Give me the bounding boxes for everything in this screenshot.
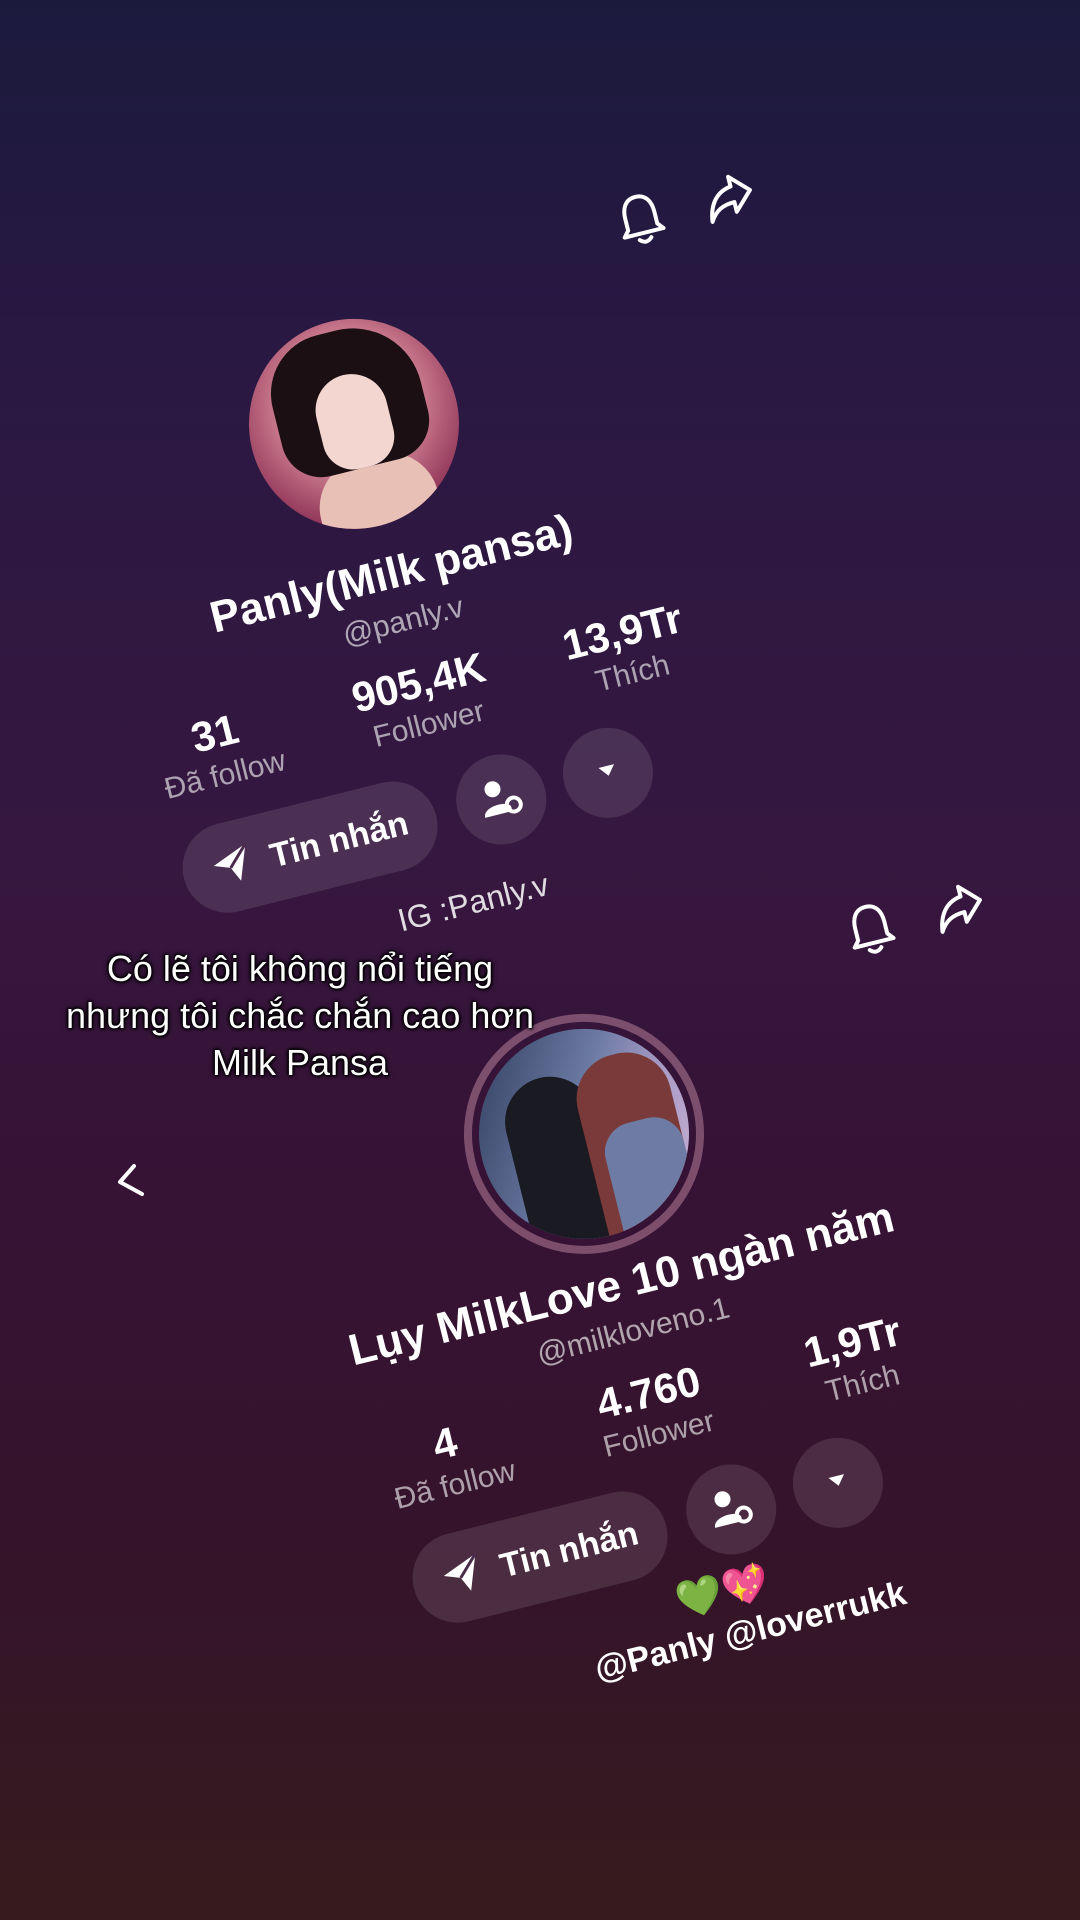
share-icon[interactable] [698, 168, 761, 232]
caption-line: nhưng tôi chắc chắn cao hơn [65, 995, 535, 1036]
profile-1-more-button[interactable] [553, 718, 663, 828]
user-settings-icon [474, 770, 529, 828]
profile-2-more-button[interactable] [783, 1428, 893, 1538]
caption-line: Milk Pansa [211, 1042, 389, 1083]
chevron-left-icon [112, 1164, 148, 1208]
back-button[interactable] [112, 1160, 148, 1209]
video-caption: Có lẽ tôi không nổi tiếng nhưng tôi chắc… [30, 945, 570, 1086]
profile-2-friend-settings-button[interactable] [676, 1454, 786, 1564]
user-settings-icon [704, 1480, 759, 1538]
caret-down-icon [596, 761, 620, 784]
profile-1-avatar[interactable] [226, 296, 482, 552]
send-icon [207, 838, 259, 894]
message-label: Tin nhắn [266, 803, 413, 875]
caption-line: Có lẽ tôi không nổi tiếng [106, 948, 494, 989]
caret-down-icon [826, 1471, 850, 1494]
message-label: Tin nhắn [496, 1513, 643, 1585]
profile-1-friend-settings-button[interactable] [446, 744, 556, 854]
share-icon[interactable] [928, 878, 991, 942]
send-icon [437, 1548, 489, 1604]
